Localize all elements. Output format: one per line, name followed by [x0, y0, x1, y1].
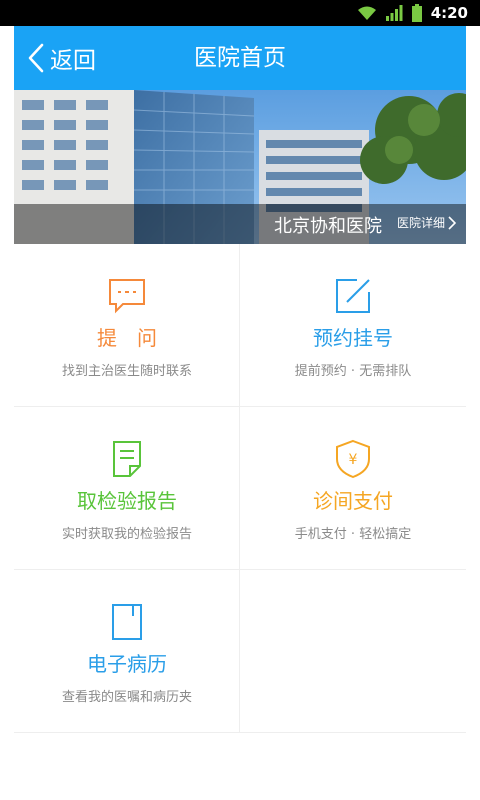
service-subtitle: 提前预约 · 无需排队: [294, 364, 412, 379]
services-row: 提 问 找到主治医生随时联系 预约挂号 提前预约 · 无需排队: [14, 244, 466, 407]
hospital-detail-link[interactable]: 医院详细: [397, 214, 456, 231]
back-button[interactable]: 返回: [28, 38, 96, 78]
service-title: 取检验报告: [77, 489, 177, 513]
service-medical-record[interactable]: 电子病历 查看我的医嘱和病历夹: [14, 570, 240, 733]
service-lab-report[interactable]: 取检验报告 实时获取我的检验报告: [14, 407, 240, 570]
svg-text:¥: ¥: [349, 452, 358, 468]
services-row: 取检验报告 实时获取我的检验报告 ¥ 诊间支付 手机支付 · 轻松搞定: [14, 407, 466, 570]
service-subtitle: 找到主治医生随时联系: [61, 364, 192, 379]
wifi-icon: [357, 6, 376, 20]
service-subtitle: 手机支付 · 轻松搞定: [294, 527, 412, 542]
status-icons: 4:20: [357, 3, 468, 23]
service-ask-question[interactable]: 提 问 找到主治医生随时联系: [14, 244, 240, 407]
service-title: 提 问: [97, 326, 157, 350]
services-row: 电子病历 查看我的医嘱和病历夹: [14, 570, 466, 733]
back-label: 返回: [50, 48, 96, 74]
app-frame: 返回 医院首页 北京协和医院 医院详细 提 问 找到主治医生随时联系 预约挂号 …: [14, 26, 466, 800]
hospital-name: 北京协和医院: [274, 216, 382, 237]
yuan-shield-icon: ¥: [336, 439, 370, 479]
status-time: 4:20: [430, 4, 468, 22]
chevron-left-icon: [28, 43, 44, 73]
chat-bubble-icon: [109, 279, 145, 314]
chevron-right-icon: [448, 215, 456, 230]
service-payment[interactable]: ¥ 诊间支付 手机支付 · 轻松搞定: [240, 407, 466, 570]
hospital-detail-label: 医院详细: [396, 216, 445, 230]
status-bar: 4:20: [0, 0, 480, 26]
service-subtitle: 实时获取我的检验报告: [61, 527, 192, 542]
hospital-banner[interactable]: 北京协和医院 医院详细: [14, 90, 466, 244]
medical-record-icon: [112, 604, 142, 640]
edit-icon: [336, 279, 370, 313]
signal-icon: [385, 5, 403, 21]
service-appointment[interactable]: 预约挂号 提前预约 · 无需排队: [240, 244, 466, 407]
service-title: 预约挂号: [313, 326, 393, 350]
nav-bar: 返回 医院首页: [14, 26, 466, 90]
service-title: 诊间支付: [313, 489, 393, 513]
service-subtitle: 查看我的医嘱和病历夹: [61, 690, 192, 705]
service-title: 电子病历: [87, 652, 167, 676]
battery-icon: [411, 4, 422, 22]
report-icon: [113, 441, 141, 477]
hero-caption-bar: 北京协和医院 医院详细: [14, 204, 466, 244]
